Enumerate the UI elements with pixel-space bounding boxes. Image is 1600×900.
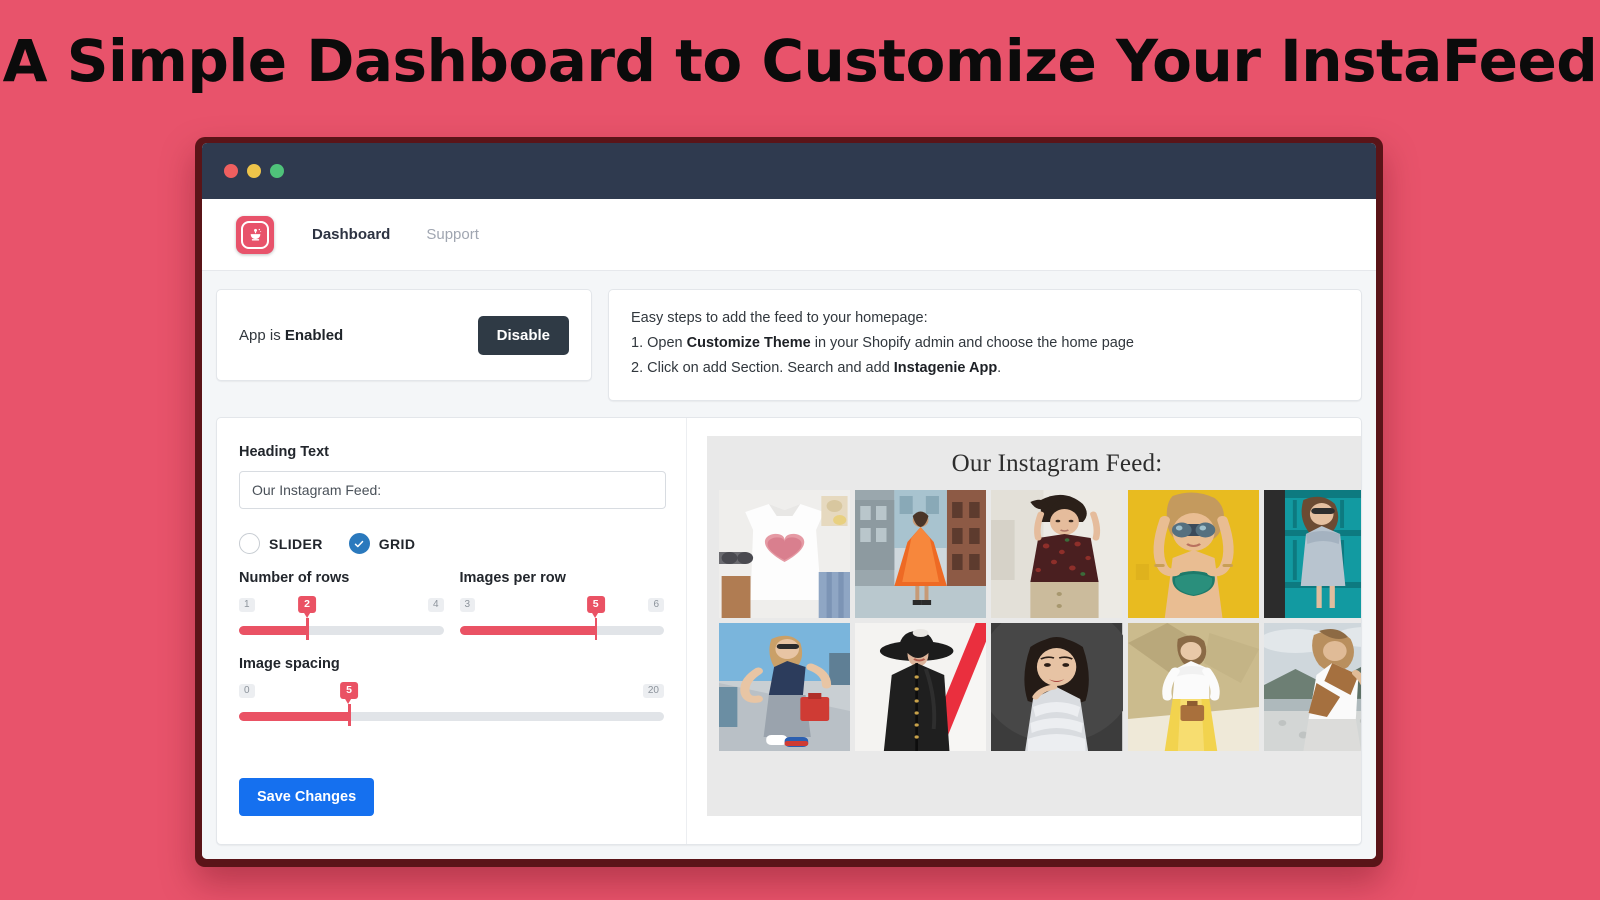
step-2-number: 2. (631, 359, 648, 376)
slider-images-title: Images per row (459, 570, 566, 586)
slider-rows-track[interactable] (239, 626, 444, 635)
step-2-pre: Click on add Section. Search and add (647, 359, 894, 376)
feed-photo-9[interactable] (1127, 623, 1259, 751)
slider-spacing-title: Image spacing (239, 656, 340, 672)
step-item-1: 1. Open Customize Theme in your Shopify … (631, 331, 1339, 356)
feed-photo-4[interactable] (1127, 490, 1259, 618)
app-status-text: App is Enabled (239, 327, 343, 344)
step-1-pre: Open (647, 334, 687, 351)
slider-images-thumb[interactable] (594, 618, 598, 640)
nav-link-dashboard[interactable]: Dashboard (312, 226, 390, 243)
preview-heading: Our Instagram Feed: (951, 450, 1163, 477)
feed-photo-7[interactable] (855, 623, 987, 751)
settings-form: Heading Text SLIDER (217, 418, 687, 844)
layout-option-slider-label: SLIDER (269, 535, 323, 552)
slider-image-spacing: Image spacing 0 20 5 (239, 656, 664, 726)
window-inner: Dashboard Support App is Enabled Disable… (202, 143, 1376, 859)
layout-option-grid-label: GRID (378, 535, 416, 552)
step-1-bold: Customize Theme (686, 334, 811, 351)
save-changes-button[interactable]: Save Changes (239, 778, 375, 816)
steps-intro: Easy steps to add the feed to your homep… (631, 310, 928, 326)
slider-spacing-thumb[interactable] (348, 704, 351, 726)
nav-links: Dashboard Support (312, 226, 515, 243)
slider-images-bounds: 3 6 (459, 596, 664, 613)
slider-spacing-min: 0 (239, 683, 255, 698)
slider-images-min: 3 (459, 597, 476, 612)
app-status-prefix: App is (239, 326, 285, 344)
top-row: App is Enabled Disable Easy steps to add… (216, 289, 1362, 401)
app-status-value: Enabled (284, 326, 344, 344)
window-titlebar (202, 143, 1376, 199)
layout-option-grid[interactable]: GRID (348, 533, 416, 554)
heading-text-label: Heading Text (239, 444, 329, 460)
feed-photo-1[interactable] (719, 490, 851, 618)
slider-rows-fill (239, 626, 308, 635)
slider-images-fill (459, 626, 596, 635)
slider-images-control[interactable]: 3 6 5 (459, 596, 664, 640)
step-item-2: 2. Click on add Section. Search and add … (631, 356, 1339, 381)
setup-steps-card: Easy steps to add the feed to your homep… (608, 289, 1362, 401)
slider-rows-max: 4 (427, 597, 444, 612)
page-title: A Simple Dashboard to Customize Your Ins… (2, 27, 1598, 95)
slider-spacing-fill (239, 712, 350, 721)
step-1-number: 1. (631, 334, 648, 351)
slider-rows-control[interactable]: 1 4 2 (239, 596, 444, 640)
close-window-button[interactable] (224, 164, 238, 178)
slider-number-of-rows: Number of rows 1 4 2 (239, 570, 444, 640)
radio-unchecked-icon (239, 533, 260, 554)
slider-spacing-bounds: 0 20 (239, 682, 664, 699)
feed-photo-10[interactable] (1263, 623, 1361, 751)
feed-photo-8[interactable] (991, 623, 1123, 751)
slider-images-track[interactable] (459, 626, 664, 635)
feed-preview-box: Our Instagram Feed: (707, 436, 1361, 816)
app-navbar: Dashboard Support (202, 199, 1376, 271)
slider-rows-value: 2 (298, 596, 317, 617)
disable-app-button[interactable]: Disable (477, 315, 569, 355)
maximize-window-button[interactable] (270, 164, 284, 178)
minimize-window-button[interactable] (247, 164, 261, 178)
slider-rows-min: 1 (239, 597, 255, 612)
slider-spacing-value: 5 (340, 682, 358, 703)
slider-spacing-control[interactable]: 0 20 5 (239, 682, 664, 726)
settings-card: Heading Text SLIDER (216, 417, 1362, 845)
app-status-card: App is Enabled Disable (216, 289, 592, 381)
slider-row-top: Number of rows 1 4 2 Images per row 3 6 … (239, 570, 664, 640)
feed-photo-5[interactable] (1263, 490, 1361, 618)
feed-photo-6[interactable] (719, 623, 851, 751)
slider-images-max: 6 (648, 597, 664, 612)
feed-preview-pane: Our Instagram Feed: (687, 418, 1361, 844)
slider-row-bottom: Image spacing 0 20 5 (239, 656, 664, 726)
page-body: App is Enabled Disable Easy steps to add… (202, 271, 1376, 859)
slider-rows-bounds: 1 4 (239, 596, 444, 613)
radio-checked-icon (348, 533, 370, 554)
step-2-bold: Instagenie App (893, 359, 998, 376)
feed-photo-grid (719, 490, 1361, 751)
slider-spacing-max: 20 (642, 683, 664, 698)
step-1-post: in your Shopify admin and choose the hom… (810, 334, 1134, 351)
feed-photo-3[interactable] (991, 490, 1123, 618)
slider-spacing-track[interactable] (239, 712, 664, 721)
browser-window: Dashboard Support App is Enabled Disable… (195, 137, 1383, 867)
layout-radio-group: SLIDER GRID (239, 533, 664, 554)
nav-link-support[interactable]: Support (426, 226, 479, 243)
layout-option-slider[interactable]: SLIDER (239, 533, 323, 554)
feed-photo-2[interactable] (855, 490, 987, 618)
slider-rows-title: Number of rows (239, 570, 350, 586)
slider-images-per-row: Images per row 3 6 5 (459, 570, 664, 640)
slider-images-value: 5 (586, 596, 605, 617)
step-2-post: . (997, 359, 1002, 376)
heading-text-input[interactable] (239, 471, 666, 509)
genie-lamp-icon (241, 220, 269, 249)
slider-rows-thumb[interactable] (306, 618, 309, 640)
app-logo (236, 215, 274, 254)
